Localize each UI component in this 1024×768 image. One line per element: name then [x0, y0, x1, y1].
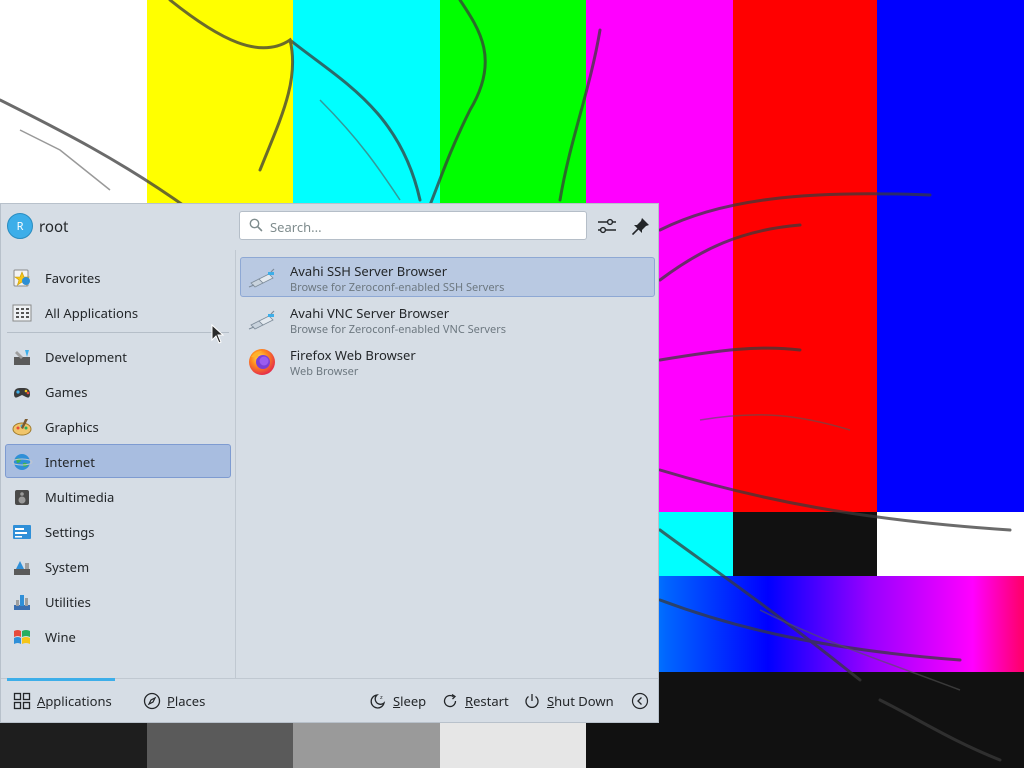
shutdown-label: Shut Down	[547, 692, 614, 710]
sidebar-item-development[interactable]: Development	[5, 339, 231, 373]
chevron-left-icon	[631, 692, 649, 710]
tab-applications-label: Applications	[37, 692, 112, 710]
configure-button[interactable]	[595, 214, 619, 238]
grid-icon	[13, 692, 31, 710]
compass-icon	[143, 692, 161, 710]
system-icon	[14, 561, 30, 575]
sidebar-item-label: Wine	[45, 628, 76, 646]
sidebar-item-system[interactable]: System	[5, 549, 231, 583]
pin-button[interactable]	[629, 214, 653, 238]
sidebar-item-all-applications[interactable]: All Applications	[5, 295, 231, 329]
launcher-header: R root	[1, 204, 658, 250]
favorites-icon	[13, 269, 30, 287]
sidebar-item-graphics[interactable]: Graphics	[5, 409, 231, 443]
firefox-icon	[249, 349, 275, 375]
sleep-button[interactable]: z Sleep	[367, 679, 433, 722]
app-description: Web Browser	[290, 364, 359, 379]
sleep-icon: z	[370, 694, 386, 709]
restart-button[interactable]: Restart	[439, 679, 515, 722]
restart-label: Restart	[465, 692, 509, 710]
app-name: Avahi VNC Server Browser	[290, 304, 450, 322]
sidebar-item-label: System	[45, 558, 90, 576]
sidebar-item-label: All Applications	[45, 304, 139, 322]
development-icon	[14, 350, 30, 365]
sidebar-item-wine[interactable]: Wine	[5, 619, 231, 653]
collapse-button[interactable]	[629, 679, 653, 722]
power-icon	[525, 694, 539, 708]
multimedia-icon	[15, 490, 29, 505]
graphics-icon	[12, 419, 32, 436]
app-item-avahi-ssh[interactable]: Avahi SSH Server Browser Browse for Zero…	[240, 257, 655, 297]
sidebar-item-label: Utilities	[45, 593, 91, 611]
search-icon	[249, 218, 263, 232]
sleep-label: Sleep	[393, 692, 427, 710]
search-input[interactable]	[268, 215, 572, 238]
wine-icon	[14, 630, 30, 644]
app-item-firefox[interactable]: Firefox Web Browser Web Browser	[240, 341, 655, 381]
sidebar-item-label: Internet	[45, 453, 95, 471]
tab-places[interactable]: Places	[137, 679, 217, 722]
svg-text:z: z	[380, 695, 383, 701]
category-sidebar: Favorites All Applications Development G…	[1, 250, 236, 678]
search-box[interactable]	[239, 211, 587, 240]
sidebar-item-utilities[interactable]: Utilities	[5, 584, 231, 618]
restart-icon	[443, 693, 457, 708]
sidebar-item-multimedia[interactable]: Multimedia	[5, 479, 231, 513]
shutdown-button[interactable]: Shut Down	[521, 679, 617, 722]
sidebar-item-settings[interactable]: Settings	[5, 514, 231, 548]
tab-places-label: Places	[167, 692, 206, 710]
application-launcher: R root Search... Favorites All Applicati…	[0, 203, 659, 723]
all-applications-icon	[12, 304, 32, 322]
sidebar-item-games[interactable]: Games	[5, 374, 231, 408]
sidebar-item-label: Favorites	[45, 269, 101, 287]
app-name: Firefox Web Browser	[290, 346, 416, 364]
tab-applications[interactable]: Applications	[7, 678, 121, 722]
mouse-cursor-icon	[211, 324, 225, 344]
sidebar-item-internet[interactable]: Internet	[5, 444, 231, 478]
sidebar-separator	[7, 332, 229, 333]
sidebar-item-favorites[interactable]: Favorites	[5, 260, 231, 294]
internet-icon	[11, 454, 33, 470]
pin-icon	[632, 218, 649, 235]
app-description: Browse for Zeroconf-enabled SSH Servers	[290, 280, 505, 295]
settings-icon	[13, 525, 31, 539]
launcher-footer: Applications Places z Sleep Restart Shut…	[1, 678, 658, 722]
app-name: Avahi SSH Server Browser	[290, 262, 448, 280]
user-avatar[interactable]: R	[7, 213, 33, 239]
sidebar-item-label: Development	[45, 348, 127, 366]
network-plug-icon	[248, 310, 275, 330]
sidebar-item-label: Games	[45, 383, 88, 401]
sliders-icon	[598, 218, 616, 234]
app-description: Browse for Zeroconf-enabled VNC Servers	[290, 322, 507, 337]
sidebar-item-label: Multimedia	[45, 488, 115, 506]
application-list: Avahi SSH Server Browser Browse for Zero…	[237, 250, 658, 678]
user-name: root	[39, 217, 69, 237]
games-icon	[14, 388, 30, 398]
app-item-avahi-vnc[interactable]: Avahi VNC Server Browser Browse for Zero…	[240, 299, 655, 339]
sidebar-item-label: Graphics	[45, 418, 99, 436]
utilities-icon	[14, 595, 30, 610]
network-plug-icon	[248, 268, 275, 288]
sidebar-item-label: Settings	[45, 523, 95, 541]
